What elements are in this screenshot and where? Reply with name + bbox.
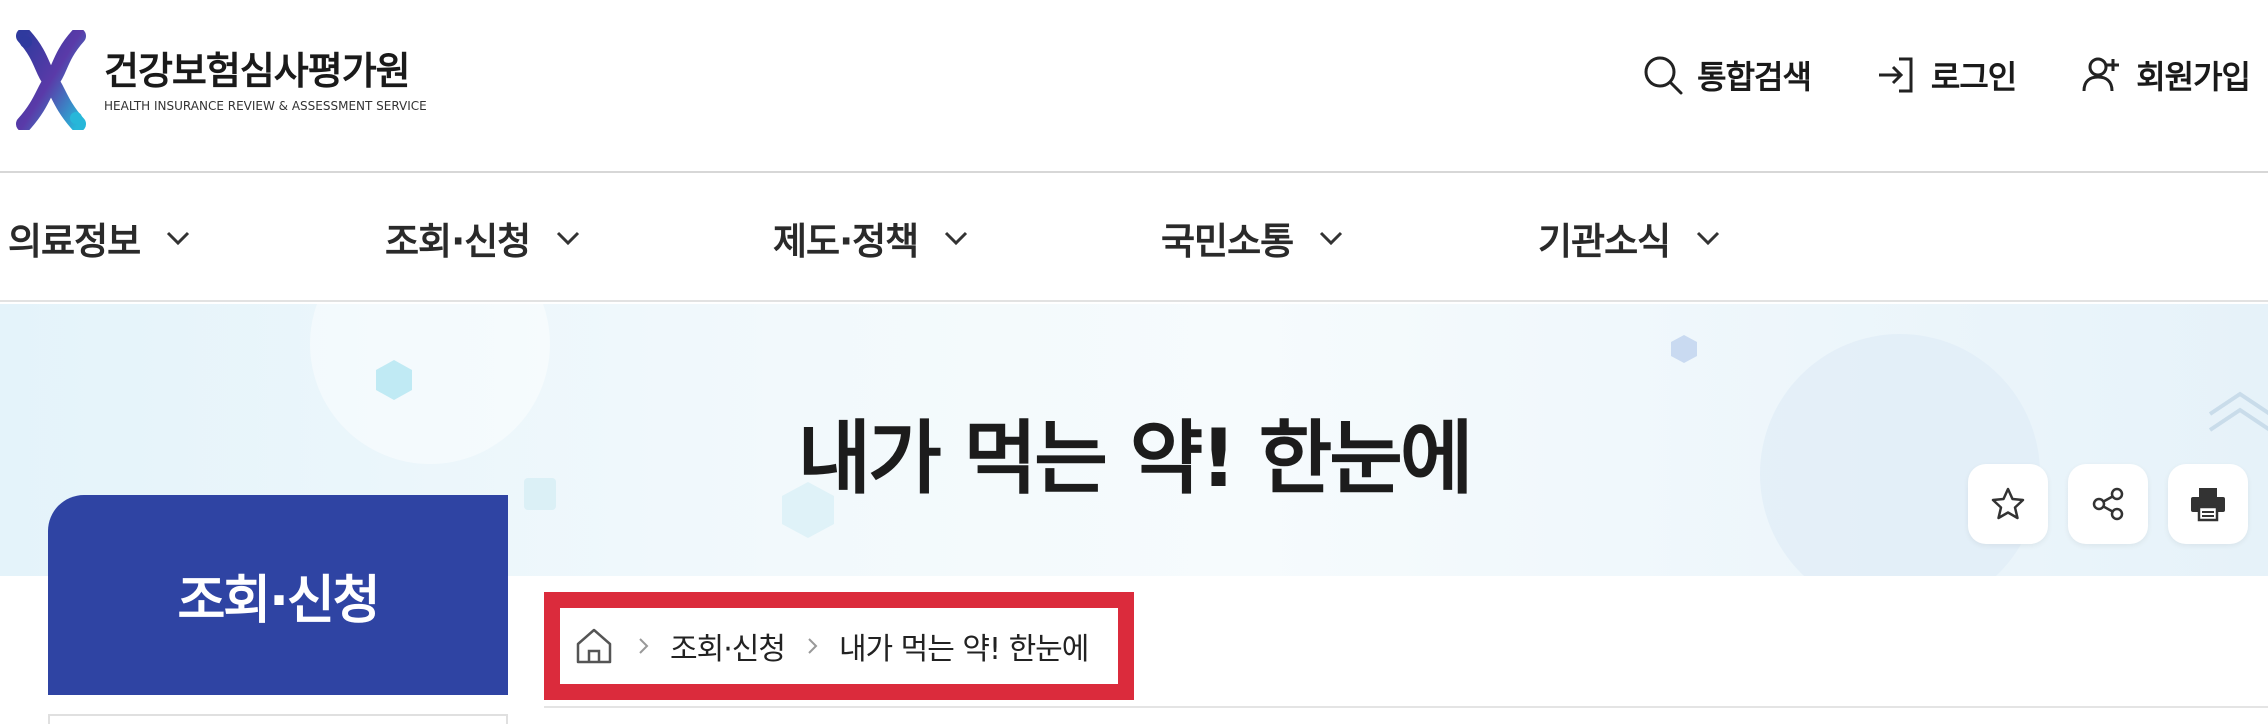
logo-name-en: HEALTH INSURANCE REVIEW & ASSESSMENT SER… bbox=[104, 99, 427, 113]
chevron-down-icon bbox=[1320, 231, 1343, 246]
search-label: 통합검색 bbox=[1697, 58, 1812, 96]
gnb-item-inquiry[interactable]: 조회·신청 bbox=[385, 211, 584, 265]
gnb-item-policy[interactable]: 제도·정책 bbox=[773, 211, 972, 265]
share-button[interactable] bbox=[2068, 464, 2148, 544]
gnb-item-communication[interactable]: 국민소통 bbox=[1161, 211, 1347, 265]
search-link[interactable]: 통합검색 bbox=[1641, 52, 1812, 98]
gnb-item-label: 제도·정책 bbox=[773, 220, 919, 263]
print-button[interactable] bbox=[2168, 464, 2248, 544]
join-link[interactable]: 회원가입 bbox=[2080, 52, 2251, 98]
gnb-item-label: 의료정보 bbox=[8, 220, 141, 263]
utility-menu: 통합검색 로그인 회원가입 bbox=[1577, 52, 2251, 98]
user-plus-icon bbox=[2082, 57, 2120, 92]
chevron-down-icon bbox=[167, 231, 190, 246]
lnb-title-box: 조회·신청 bbox=[48, 495, 508, 695]
home-icon[interactable] bbox=[572, 624, 616, 668]
decorative-hexagon bbox=[1671, 335, 1697, 363]
logo-mark-icon bbox=[16, 30, 86, 130]
search-icon bbox=[1644, 56, 1683, 95]
chevron-down-icon bbox=[1697, 231, 1720, 246]
page-tools bbox=[1968, 464, 2268, 544]
logo-name-kr: 건강보험심사평가원 bbox=[104, 49, 411, 93]
login-icon bbox=[1878, 57, 1913, 93]
breadcrumb-current: 내가 먹는 약! 한눈에 bbox=[838, 632, 1089, 667]
gnb-item-medical-info[interactable]: 의료정보 bbox=[8, 211, 194, 265]
join-label: 회원가입 bbox=[2136, 58, 2251, 96]
chevron-right-icon bbox=[808, 638, 818, 654]
site-header: 건강보험심사평가원 HEALTH INSURANCE REVIEW & ASSE… bbox=[0, 0, 2268, 173]
chevron-down-icon bbox=[945, 231, 968, 246]
lnb-title: 조회·신청 bbox=[177, 570, 380, 631]
login-label: 로그인 bbox=[1930, 58, 2017, 96]
content-divider bbox=[544, 706, 2268, 708]
chevron-down-icon bbox=[557, 231, 580, 246]
login-link[interactable]: 로그인 bbox=[1875, 52, 2017, 98]
page-title: 내가 먹는 약! 한눈에 bbox=[797, 412, 1474, 505]
breadcrumb-item[interactable]: 조회·신청 bbox=[670, 624, 786, 668]
main-navigation: 의료정보 조회·신청 제도·정책 국민소통 기관소식 bbox=[0, 175, 2268, 302]
share-icon bbox=[2092, 487, 2124, 521]
gnb-item-news[interactable]: 기관소식 bbox=[1538, 211, 1724, 265]
lnb-menu-box bbox=[48, 714, 508, 724]
gnb-item-label: 조회·신청 bbox=[385, 220, 531, 263]
gnb-item-label: 기관소식 bbox=[1538, 220, 1671, 263]
star-icon bbox=[1991, 487, 2025, 520]
favorite-button[interactable] bbox=[1968, 464, 2048, 544]
breadcrumb: 조회·신청 내가 먹는 약! 한눈에 bbox=[544, 592, 1134, 700]
gnb-item-label: 국민소통 bbox=[1161, 220, 1294, 263]
site-logo[interactable]: 건강보험심사평가원 HEALTH INSURANCE REVIEW & ASSE… bbox=[16, 30, 427, 130]
chevron-right-icon bbox=[639, 638, 649, 654]
print-icon bbox=[2191, 488, 2225, 522]
